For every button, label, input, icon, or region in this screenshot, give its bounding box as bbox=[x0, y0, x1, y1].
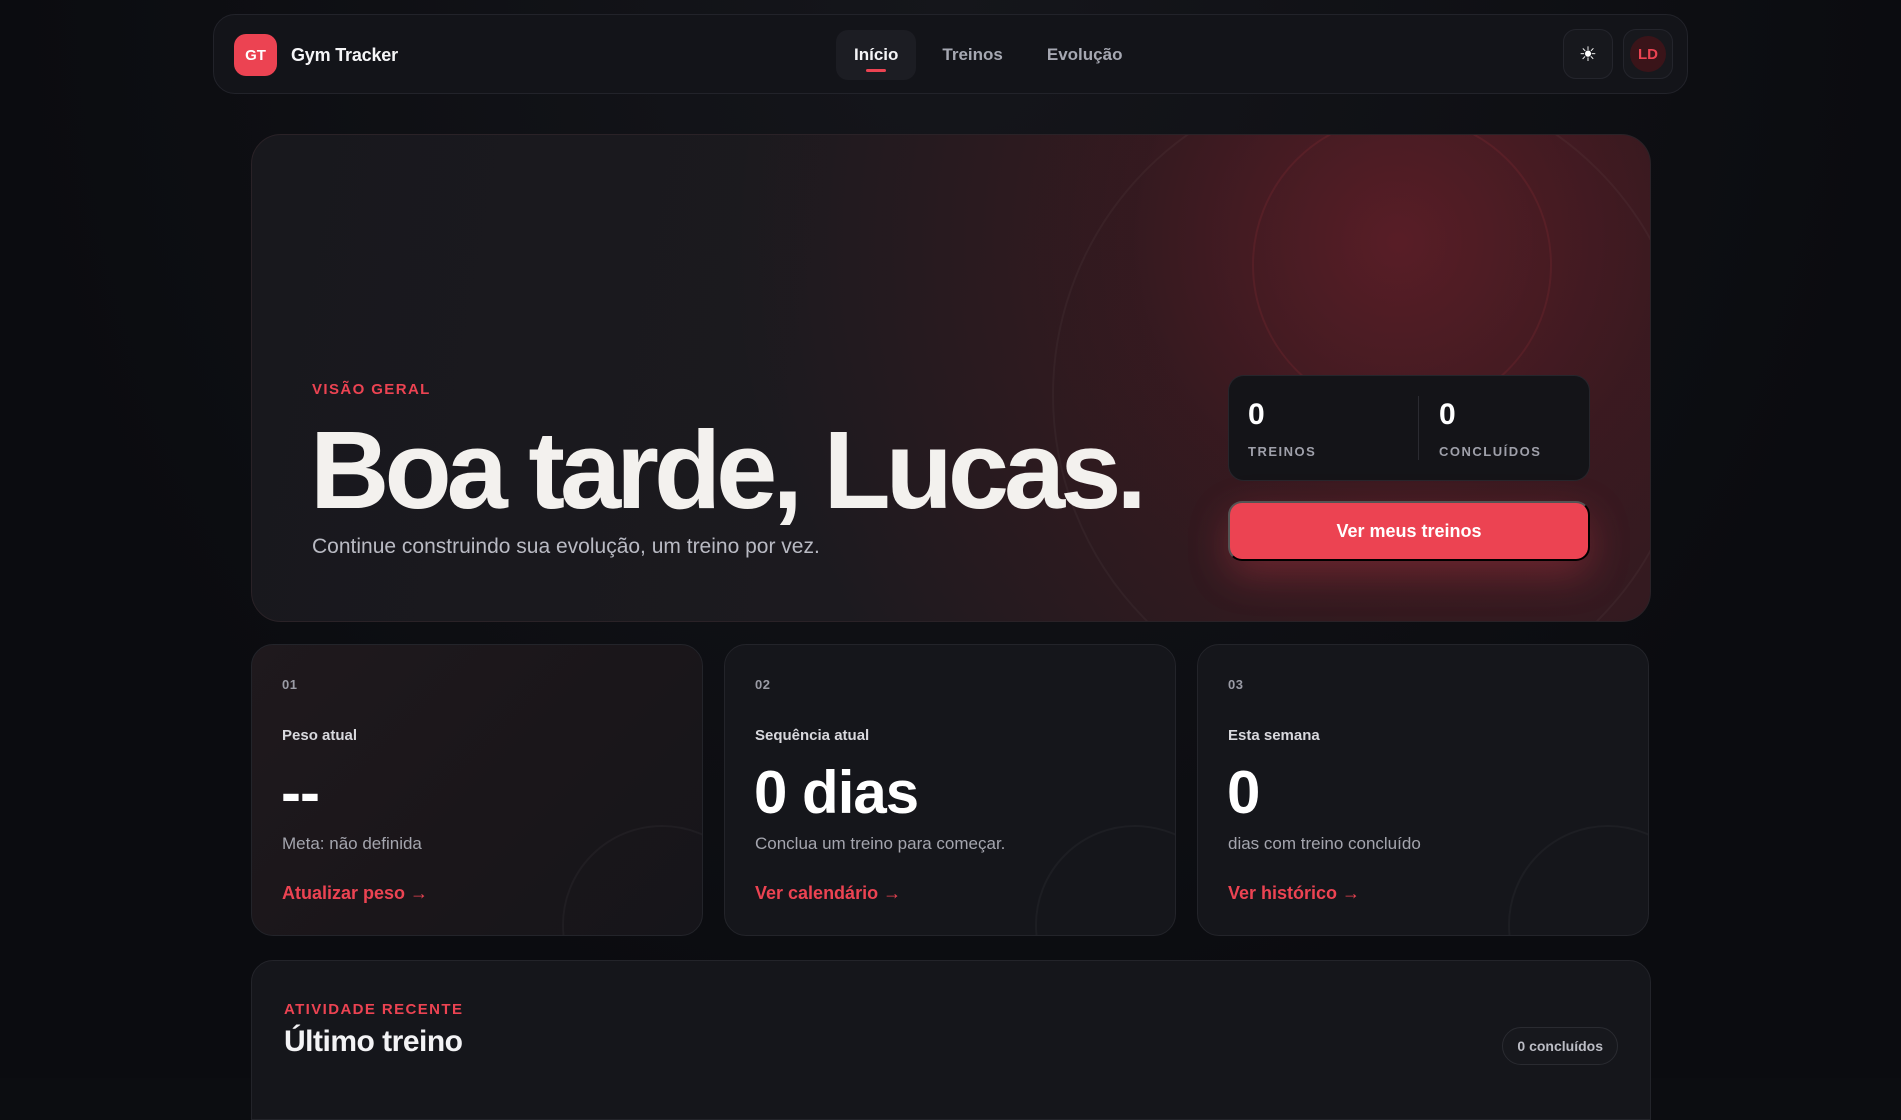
brand[interactable]: GT Gym Tracker bbox=[234, 34, 398, 76]
update-weight-link[interactable]: Atualizar peso → bbox=[282, 883, 428, 904]
divider bbox=[1418, 396, 1419, 460]
stat-label: CONCLUÍDOS bbox=[1439, 444, 1542, 459]
nav-item-label: Início bbox=[854, 45, 899, 64]
stat-value: 0 bbox=[1248, 398, 1265, 431]
sun-icon: ☀ bbox=[1579, 43, 1597, 66]
recent-activity-panel: ATIVIDADE RECENTE Último treino 0 conclu… bbox=[251, 960, 1651, 1120]
card-label: Esta semana bbox=[1228, 727, 1320, 744]
hero-eyebrow: VISÃO GERAL bbox=[312, 381, 431, 398]
completed-count-badge: 0 concluídos bbox=[1502, 1027, 1618, 1065]
greeting-subtitle: Continue construindo sua evolução, um tr… bbox=[312, 535, 820, 558]
decorative-ring bbox=[1035, 825, 1175, 935]
brand-logo[interactable]: GT bbox=[234, 34, 277, 76]
card-this-week: 03 Esta semana 0 dias com treino concluí… bbox=[1197, 644, 1649, 936]
nav-item-label: Treinos bbox=[942, 45, 1003, 64]
card-label: Peso atual bbox=[282, 727, 358, 744]
hero-panel: VISÃO GERAL Boa tarde, Lucas. Continue c… bbox=[251, 134, 1651, 622]
decorative-ring bbox=[562, 825, 702, 935]
card-streak: 02 Sequência atual 0 dias Conclua um tre… bbox=[724, 644, 1176, 936]
active-indicator bbox=[866, 69, 887, 72]
avatar: LD bbox=[1630, 36, 1666, 72]
main-nav: Início Treinos Evolução bbox=[836, 30, 1140, 80]
recent-title: Último treino bbox=[284, 1025, 463, 1058]
decorative-ring bbox=[1508, 825, 1648, 935]
header-actions: ☀ LD bbox=[1563, 29, 1673, 79]
nav-item-inicio[interactable]: Início bbox=[836, 30, 917, 80]
stats-summary: 0 TREINOS 0 CONCLUÍDOS bbox=[1228, 375, 1590, 481]
view-history-link[interactable]: Ver histórico → bbox=[1228, 883, 1360, 904]
top-navbar: GT Gym Tracker Início Treinos Evolução ☀… bbox=[213, 14, 1688, 94]
nav-item-label: Evolução bbox=[1046, 45, 1123, 64]
stat-value: 0 bbox=[1439, 398, 1456, 431]
nav-item-treinos[interactable]: Treinos bbox=[924, 30, 1020, 80]
card-number: 03 bbox=[1228, 677, 1244, 692]
stat-label: TREINOS bbox=[1248, 444, 1317, 459]
card-weight: 01 Peso atual -- Meta: não definida Atua… bbox=[251, 644, 703, 936]
brand-name[interactable]: Gym Tracker bbox=[291, 45, 398, 66]
stat-concluidos: 0 CONCLUÍDOS bbox=[1439, 398, 1542, 460]
theme-toggle-button[interactable]: ☀ bbox=[1563, 29, 1613, 79]
card-description: Meta: não definida bbox=[282, 834, 422, 853]
card-label: Sequência atual bbox=[755, 727, 870, 744]
nav-item-evolucao[interactable]: Evolução bbox=[1029, 30, 1141, 80]
card-value: 0 bbox=[1227, 759, 1260, 826]
card-number: 02 bbox=[755, 677, 771, 692]
card-value: -- bbox=[281, 759, 320, 826]
card-description: dias com treino concluído bbox=[1228, 834, 1421, 853]
view-calendar-link[interactable]: Ver calendário → bbox=[755, 883, 901, 904]
greeting-title: Boa tarde, Lucas. bbox=[310, 409, 1147, 532]
card-value: 0 dias bbox=[754, 759, 919, 826]
stat-treinos: 0 TREINOS bbox=[1248, 398, 1317, 460]
user-menu-button[interactable]: LD bbox=[1623, 29, 1673, 79]
card-description: Conclua um treino para começar. bbox=[755, 834, 1006, 853]
view-workouts-button[interactable]: Ver meus treinos bbox=[1228, 501, 1590, 561]
card-number: 01 bbox=[282, 677, 298, 692]
recent-eyebrow: ATIVIDADE RECENTE bbox=[284, 1001, 464, 1018]
